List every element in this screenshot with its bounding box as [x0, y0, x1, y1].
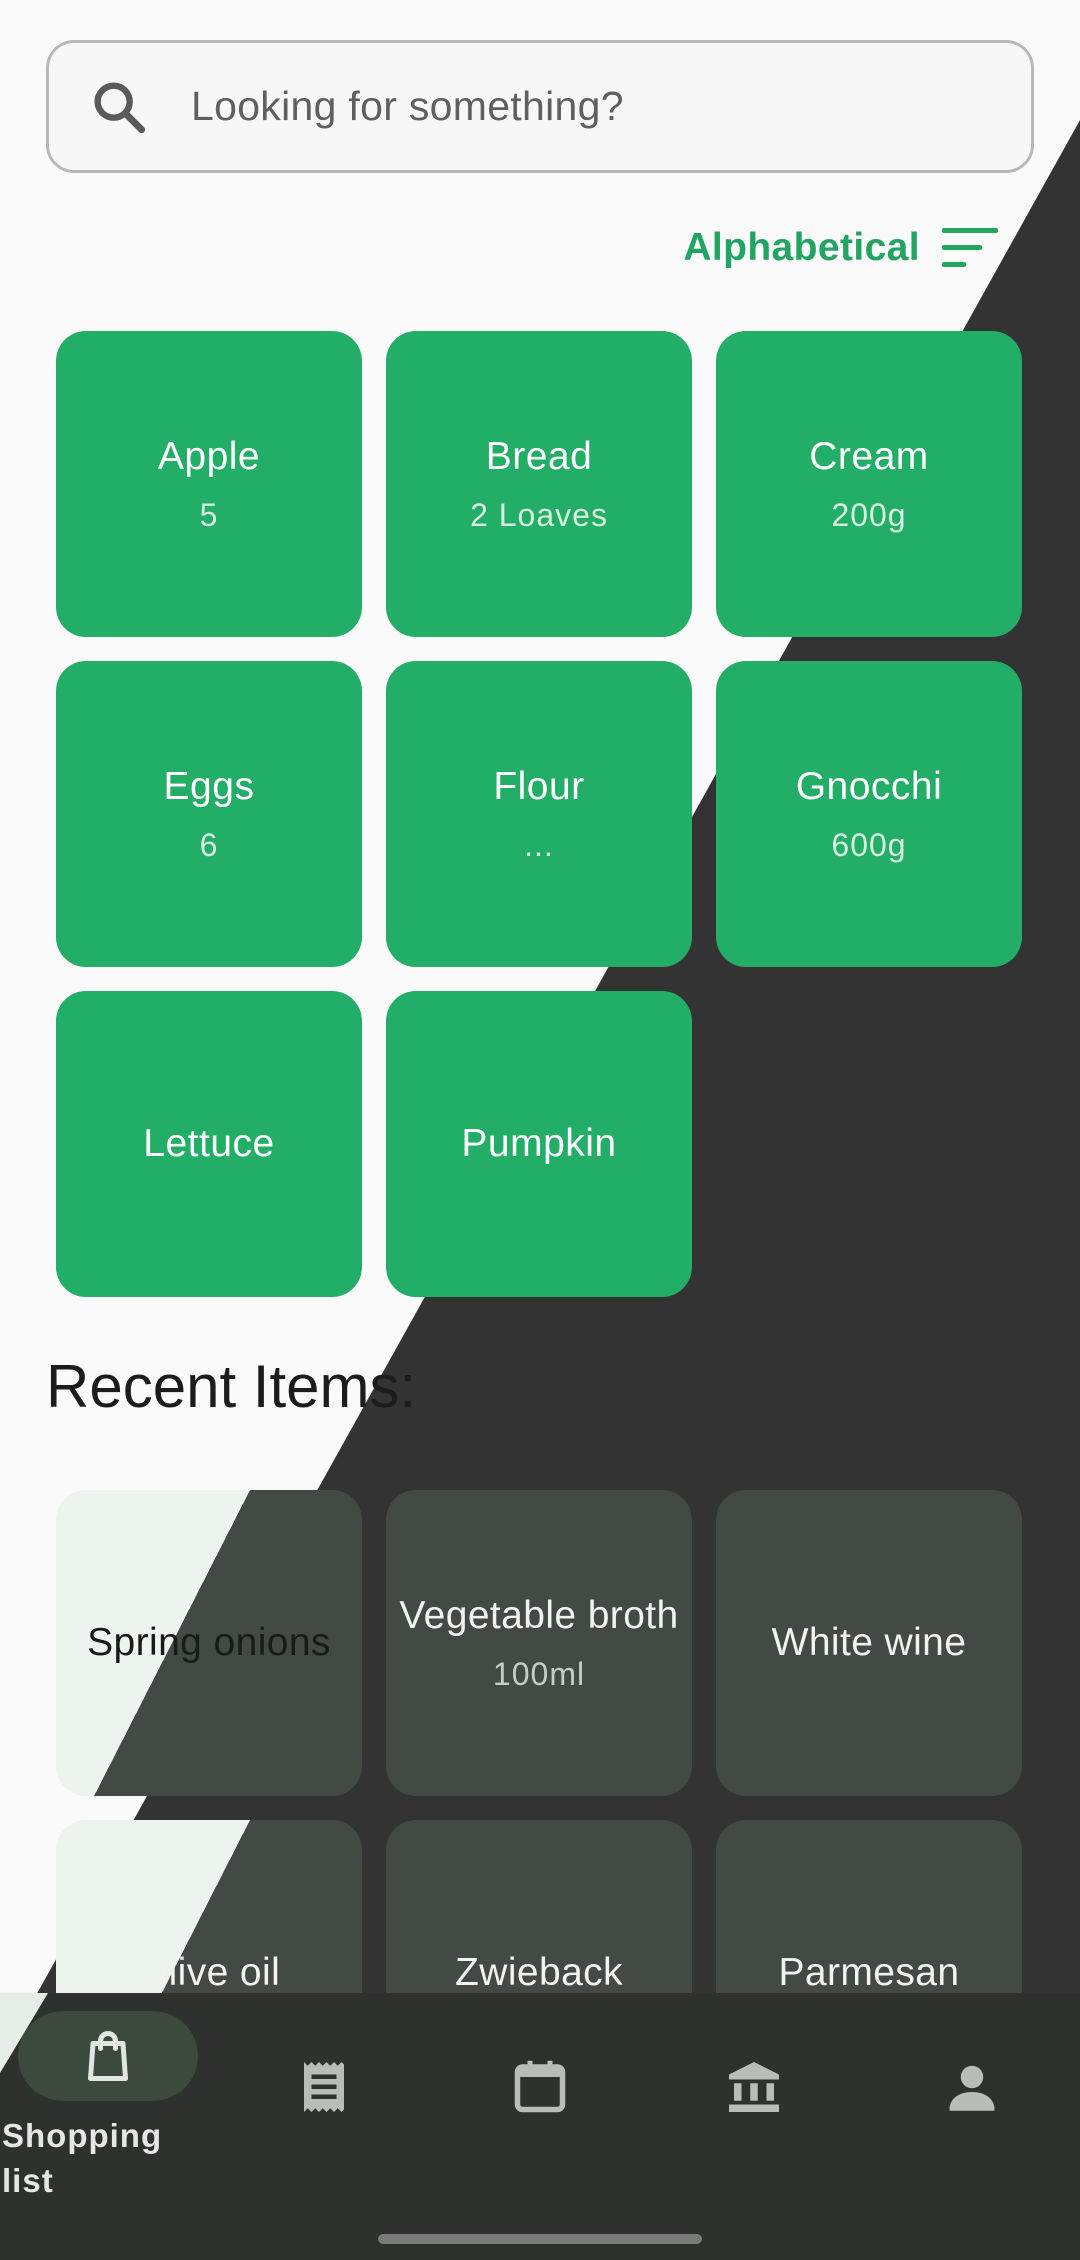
search-input[interactable]: Looking for something? — [46, 40, 1034, 173]
item-tile[interactable]: Eggs 6 — [56, 661, 362, 967]
item-name: Cream — [809, 434, 929, 478]
item-tile[interactable]: Bread 2 Loaves — [386, 331, 692, 637]
sort-label: Alphabetical — [683, 226, 920, 269]
nav-item-profile[interactable] — [918, 2033, 1026, 2141]
recent-item-name: Spring onions — [87, 1621, 331, 1664]
search-placeholder: Looking for something? — [191, 83, 624, 129]
recent-item-tile[interactable]: Spring onions — [56, 1490, 362, 1796]
shopping-bag-icon — [88, 2031, 128, 2081]
home-indicator[interactable] — [378, 2234, 702, 2244]
nav-item-shopping-list[interactable]: Shopping list — [0, 1993, 216, 2213]
recent-item-name: White wine — [771, 1621, 967, 1664]
recent-item-name: Vegetable broth — [399, 1593, 679, 1637]
nav-label: Shopping list — [2, 2117, 163, 2199]
item-name: Pumpkin — [461, 1122, 617, 1165]
nav-item-calendar[interactable] — [486, 2033, 594, 2141]
calendar-icon — [514, 2060, 566, 2113]
nav-item-bank[interactable] — [700, 2033, 808, 2141]
recent-items-heading: Recent Items: — [46, 1353, 417, 1420]
recent-item-name: Parmesan — [778, 1951, 960, 1994]
person-icon — [949, 2065, 995, 2111]
item-name: Eggs — [163, 764, 255, 808]
recent-item-quantity: 100ml — [492, 1655, 586, 1692]
item-tile[interactable]: Apple 5 — [56, 331, 362, 637]
item-name: Apple — [157, 434, 261, 478]
sort-icon — [942, 228, 998, 267]
item-name: Flour — [493, 764, 585, 808]
receipt-icon — [304, 2062, 344, 2112]
item-quantity: 5 — [199, 496, 219, 533]
item-tile[interactable]: Pumpkin — [386, 991, 692, 1297]
item-quantity: 6 — [199, 826, 219, 863]
item-quantity: 600g — [831, 826, 907, 863]
item-name: Bread — [485, 434, 593, 478]
item-quantity: 200g — [831, 496, 907, 533]
recent-item-tile[interactable]: Vegetable broth 100ml — [386, 1490, 692, 1796]
item-tile[interactable]: Cream 200g — [716, 331, 1022, 637]
recent-item-tile[interactable]: White wine — [716, 1490, 1022, 1796]
bank-icon — [729, 2062, 779, 2112]
item-quantity: ... — [524, 826, 554, 863]
item-quantity: 2 Loaves — [470, 496, 608, 533]
item-tile[interactable]: Lettuce — [56, 991, 362, 1297]
recent-item-name: Zwieback — [455, 1951, 623, 1994]
nav-item-receipts[interactable] — [270, 2033, 378, 2141]
search-icon — [94, 81, 146, 133]
item-name: Lettuce — [143, 1122, 275, 1165]
item-name: Gnocchi — [795, 764, 943, 808]
sort-button[interactable]: Alphabetical — [683, 218, 1000, 278]
item-tile[interactable]: Flour ... — [386, 661, 692, 967]
app-screen: Looking for something? Alphabetical Appl… — [0, 0, 1080, 2260]
bottom-navigation: Shopping list — [0, 1993, 1080, 2260]
item-tile[interactable]: Gnocchi 600g — [716, 661, 1022, 967]
recent-item-name: Olive oil — [137, 1951, 281, 1994]
